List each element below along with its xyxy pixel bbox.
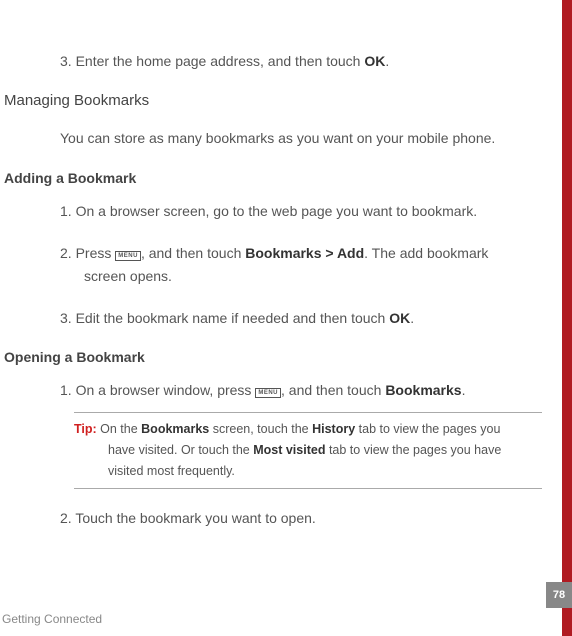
footer-chapter: Getting Connected bbox=[2, 612, 572, 626]
step-number: 1. bbox=[60, 382, 72, 398]
menu-icon: MENU bbox=[255, 388, 281, 398]
step-text-mid: , and then touch bbox=[141, 245, 245, 261]
step-text-pre: Press bbox=[72, 245, 116, 261]
step-number: 3. bbox=[60, 310, 72, 326]
page-number: 78 bbox=[546, 582, 572, 608]
step-text: Enter the home page address, and then to… bbox=[72, 53, 365, 69]
step-text-mid: , and then touch bbox=[281, 382, 385, 398]
open-step-2: 2. Touch the bookmark you want to open. bbox=[60, 507, 542, 529]
step-text: On a browser screen, go to the web page … bbox=[72, 203, 477, 219]
side-tab bbox=[562, 0, 572, 636]
bookmarks-add-label: Bookmarks > Add bbox=[245, 245, 364, 261]
step-text-pre: Edit the bookmark name if needed and the… bbox=[72, 310, 390, 326]
step-text-post: . bbox=[462, 382, 466, 398]
section1-body: You can store as many bookmarks as you w… bbox=[60, 127, 542, 149]
step-text-cont: screen opens. bbox=[60, 265, 542, 287]
menu-icon: MENU bbox=[115, 251, 141, 261]
step-text-pre: On a browser window, press bbox=[72, 382, 256, 398]
tip-text-line3: visited most frequently. bbox=[74, 461, 538, 482]
open-step-1: 1. On a browser window, press MENU, and … bbox=[60, 379, 542, 401]
heading-adding-bookmark: Adding a Bookmark bbox=[2, 170, 542, 186]
step-text-post: . bbox=[385, 53, 389, 69]
tip-text-line2: have visited. Or touch the Most visited … bbox=[74, 440, 538, 461]
step-text: Touch the bookmark you want to open. bbox=[72, 510, 316, 526]
tip-label: Tip: bbox=[74, 422, 100, 436]
step-text-post: . bbox=[410, 310, 414, 326]
tip-text: On the Bookmarks screen, touch the Histo… bbox=[100, 422, 500, 436]
add-step-1: 1. On a browser screen, go to the web pa… bbox=[60, 200, 542, 222]
heading-managing-bookmarks: Managing Bookmarks bbox=[2, 92, 542, 109]
step-number: 2. bbox=[60, 245, 72, 261]
heading-opening-bookmark: Opening a Bookmark bbox=[2, 349, 542, 365]
bookmarks-label: Bookmarks bbox=[385, 382, 461, 398]
ok-label: OK bbox=[389, 310, 410, 326]
step-number: 2. bbox=[60, 510, 72, 526]
step-number: 1. bbox=[60, 203, 72, 219]
add-step-2: 2. Press MENU, and then touch Bookmarks … bbox=[60, 242, 542, 287]
add-step-3: 3. Edit the bookmark name if needed and … bbox=[60, 307, 542, 329]
step-number: 3. bbox=[60, 53, 72, 69]
ok-label: OK bbox=[364, 53, 385, 69]
intro-step-3: 3. Enter the home page address, and then… bbox=[60, 50, 542, 72]
tip-block: Tip: On the Bookmarks screen, touch the … bbox=[74, 412, 542, 490]
step-text-post: . The add bookmark bbox=[364, 245, 488, 261]
